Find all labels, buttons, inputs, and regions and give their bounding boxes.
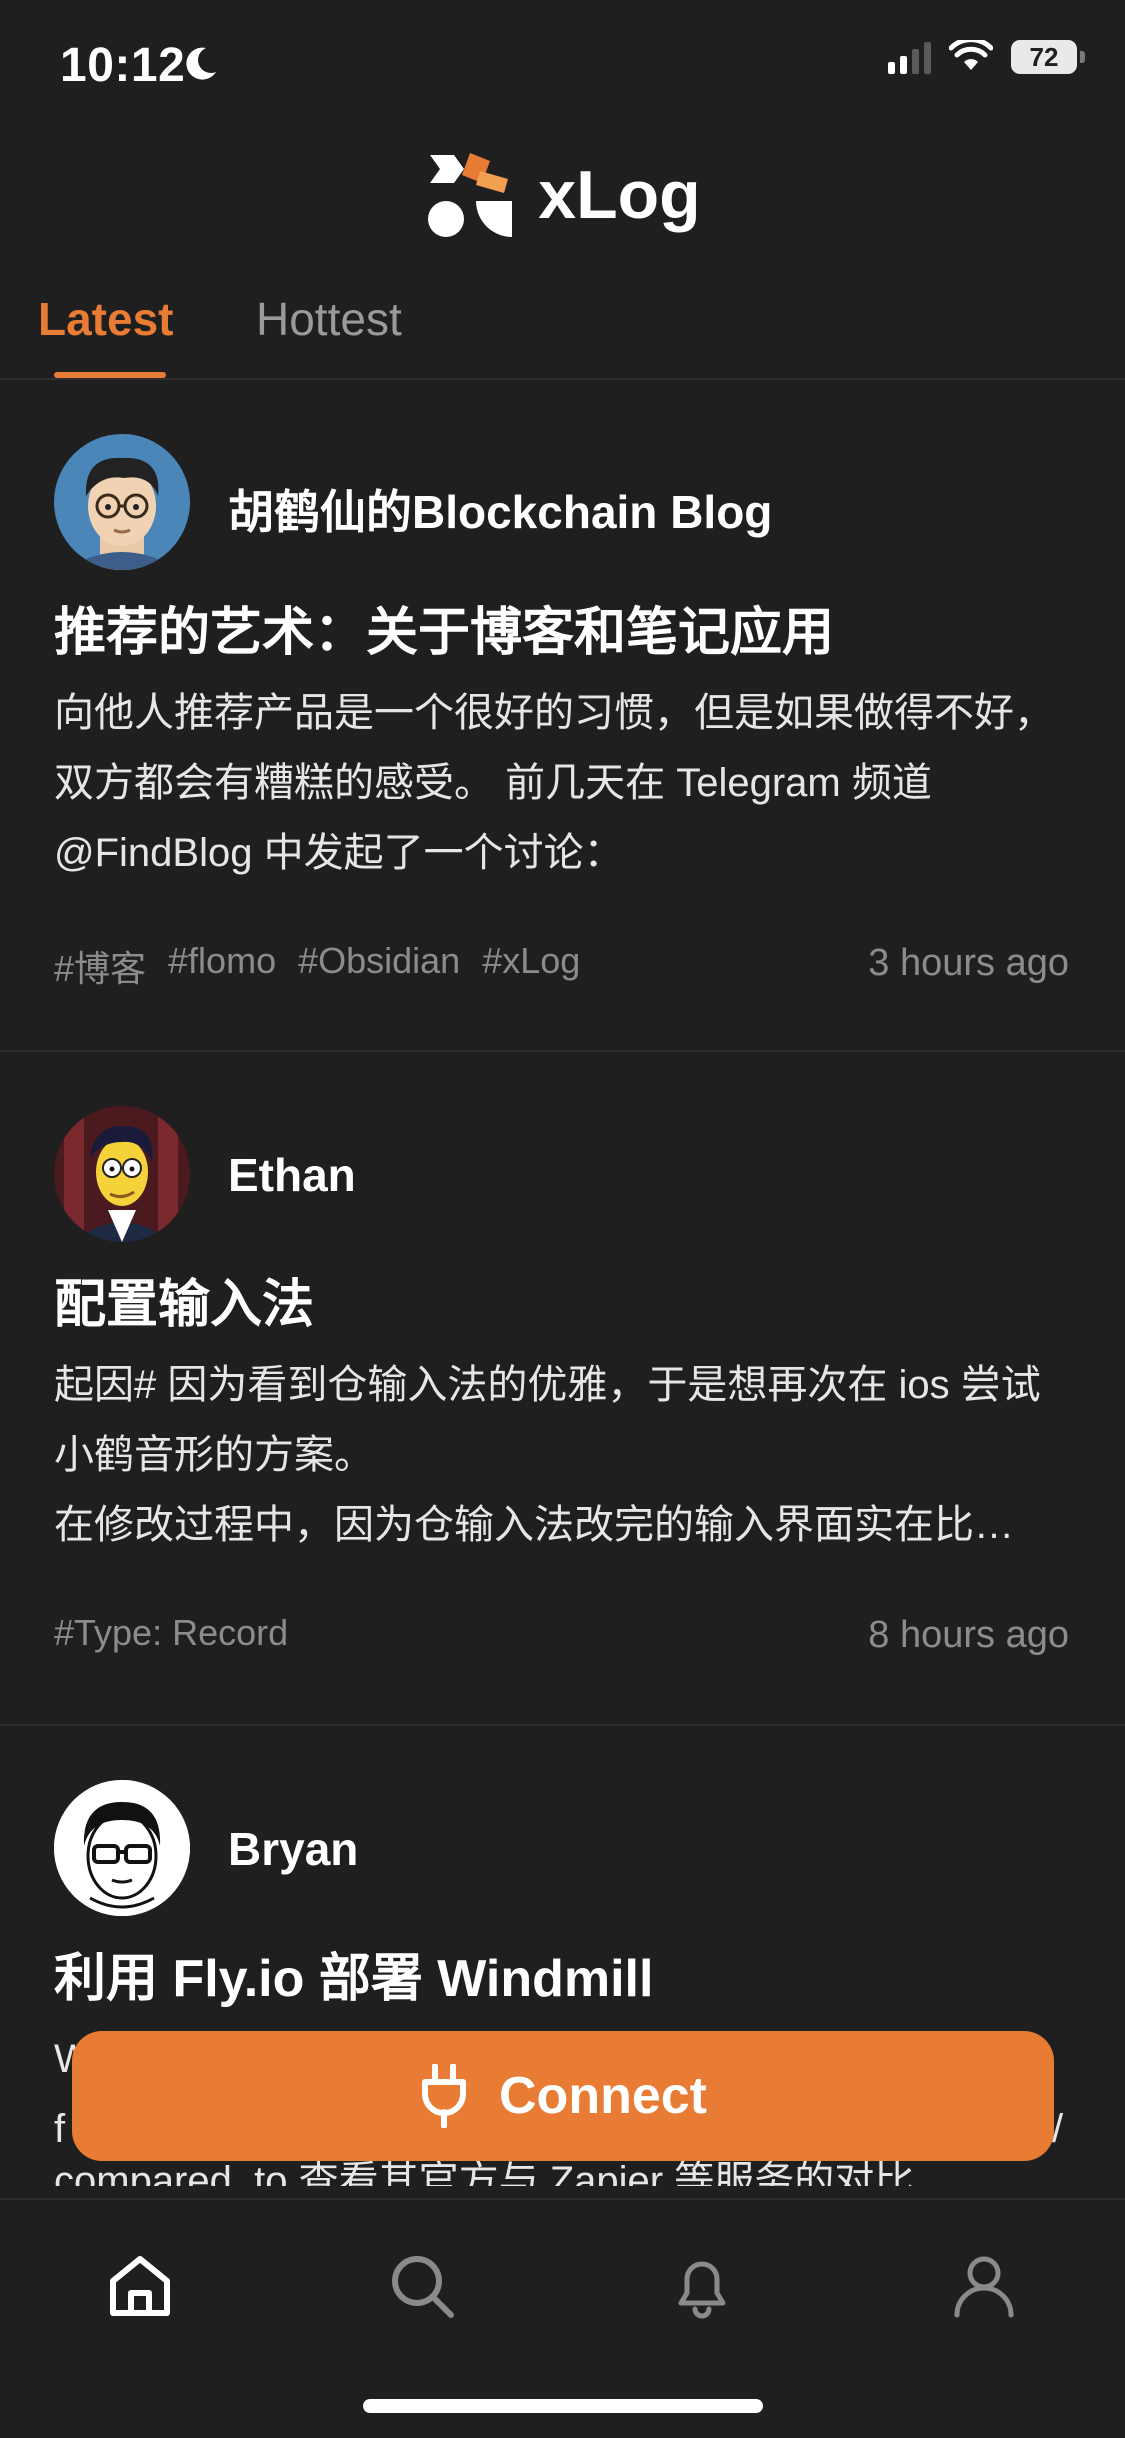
post-time: 8 hours ago	[868, 1614, 1069, 1656]
simpsons-character-avatar-icon	[54, 1106, 190, 1242]
post-author[interactable]: 胡鹤仙的Blockchain Blog	[228, 476, 772, 542]
xlog-logo-icon	[428, 153, 513, 237]
feed-tabs: Latest Hottest	[0, 280, 1125, 380]
cartoon-man-glasses-avatar-icon	[54, 434, 190, 570]
tag[interactable]: #博客	[54, 940, 146, 992]
moon-icon	[186, 47, 216, 80]
avatar[interactable]	[54, 1106, 190, 1242]
status-bar: 10:12 72	[0, 0, 1125, 130]
connect-button[interactable]: Connect	[72, 2031, 1054, 2161]
status-indicators: 72	[888, 40, 1085, 74]
nav-search[interactable]	[372, 2236, 472, 2336]
user-icon	[954, 2256, 1014, 2318]
avatar[interactable]	[54, 1780, 190, 1916]
tag[interactable]: #Obsidian	[298, 940, 460, 992]
nav-home[interactable]	[90, 2236, 190, 2336]
post-tags: #博客 #flomo #Obsidian #xLog	[54, 940, 580, 992]
post-author[interactable]: Ethan	[228, 1148, 356, 1202]
battery-icon: 72	[1011, 40, 1085, 74]
post-title[interactable]: 利用 Fly.io 部署 Windmill	[54, 1936, 653, 2011]
tag[interactable]: #flomo	[168, 940, 276, 992]
bell-icon	[678, 2261, 726, 2319]
nav-notifications[interactable]	[652, 2236, 752, 2336]
wifi-icon	[949, 40, 993, 70]
brand-name: xLog	[538, 157, 701, 233]
post-title[interactable]: 配置输入法	[54, 1262, 314, 1337]
status-time: 10:12	[60, 39, 186, 92]
post-author[interactable]: Bryan	[228, 1822, 358, 1876]
battery-level: 72	[1029, 41, 1059, 72]
active-tab-indicator	[54, 372, 166, 378]
post-time: 3 hours ago	[868, 942, 1069, 984]
tag[interactable]: #Type: Record	[54, 1612, 288, 1654]
home-indicator	[363, 2399, 763, 2413]
post-tags: #Type: Record	[54, 1612, 288, 1654]
cellular-signal-icon	[888, 40, 931, 74]
post-card[interactable]: Ethan 配置输入法 起因# 因为看到仓输入法的优雅，于是想再次在 ios 尝…	[0, 1052, 1125, 1726]
post-feed: 胡鹤仙的Blockchain Blog 推荐的艺术：关于博客和笔记应用 向他人推…	[0, 380, 1125, 2186]
sketch-man-glasses-avatar-icon	[54, 1780, 190, 1916]
post-excerpt: 起因# 因为看到仓输入法的优雅，于是想再次在 ios 尝试小鹤音形的方案。 在修…	[54, 1363, 1041, 1547]
search-icon	[392, 2256, 454, 2318]
tab-hottest[interactable]: Hottest	[256, 292, 402, 346]
home-icon	[110, 2256, 170, 2316]
nav-profile[interactable]	[934, 2236, 1034, 2336]
app-header: xLog	[0, 130, 1125, 260]
plug-icon	[422, 2064, 466, 2128]
post-title[interactable]: 推荐的艺术：关于博客和笔记应用	[54, 590, 834, 665]
tab-latest[interactable]: Latest	[38, 292, 173, 346]
post-excerpt: 向他人推荐产品是一个很好的习惯，但是如果做得不好，双方都会有糟糕的感受。 前几天…	[54, 691, 1054, 875]
avatar[interactable]	[54, 434, 190, 570]
post-card[interactable]: 胡鹤仙的Blockchain Blog 推荐的艺术：关于博客和笔记应用 向他人推…	[0, 380, 1125, 1052]
tag[interactable]: #xLog	[482, 940, 580, 992]
connect-label: Connect	[499, 2067, 707, 2125]
